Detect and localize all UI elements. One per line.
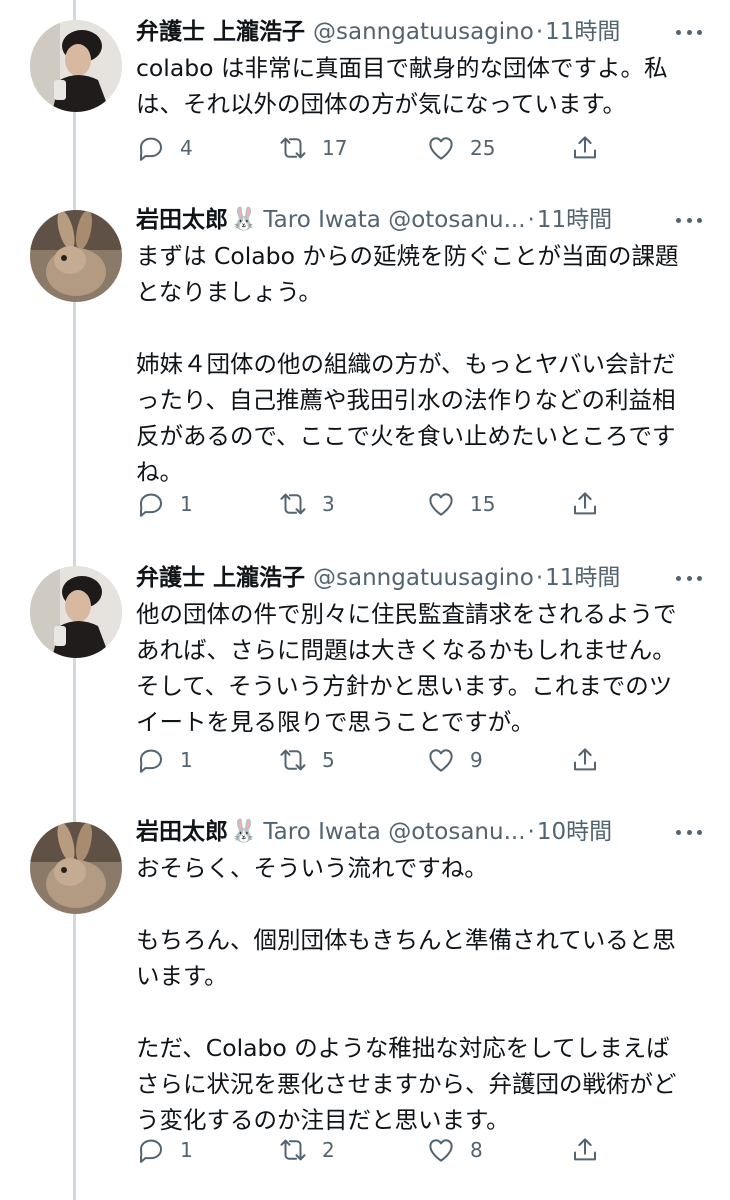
- retweet-count: 5: [322, 748, 335, 772]
- timestamp[interactable]: 11時間: [545, 12, 620, 52]
- tweet-header: 岩田太郎 🐰 Taro Iwata @otosanu... · 11時間: [136, 200, 612, 240]
- separator-dot: ·: [535, 19, 544, 45]
- share-button[interactable]: [570, 128, 600, 168]
- like-count: 25: [470, 136, 496, 160]
- share-button[interactable]: [570, 740, 600, 780]
- tweet-header: 弁護士 上瀧浩子 @sanngatuusagino · 11時間: [136, 12, 620, 52]
- like-count: 15: [470, 492, 496, 516]
- reply-icon: [140, 493, 162, 517]
- like-count: 8: [470, 1138, 483, 1162]
- tweet-text: colabo は非常に真面目で献身的な団体ですよ。私 は、それ以外の団体の方が気…: [136, 54, 668, 118]
- avatar[interactable]: [30, 566, 122, 658]
- retweet-button[interactable]: 5: [278, 740, 335, 780]
- reply-icon: [140, 1139, 162, 1163]
- tweet-text: まずは Colabo からの延焼を防ぐことが当面の課題 となりましょう。 姉妹４…: [136, 242, 679, 486]
- share-icon: [574, 492, 596, 515]
- reply-count: 1: [180, 492, 193, 516]
- more-icon[interactable]: [676, 16, 702, 48]
- rabbit-photo-icon: [30, 822, 122, 914]
- retweet-count: 2: [322, 1138, 335, 1162]
- rabbit-emoji-icon: 🐰: [230, 819, 258, 844]
- separator-dot: ·: [527, 819, 535, 845]
- tweet-text: おそらく、そういう流れですね。 もちろん、個別団体もきちんと準備されていると思 …: [136, 854, 677, 1134]
- reply-button[interactable]: 1: [136, 484, 193, 524]
- more-icon[interactable]: [676, 562, 702, 594]
- retweet-button[interactable]: 17: [278, 128, 347, 168]
- retweet-icon: [280, 749, 306, 771]
- retweet-count: 3: [322, 492, 335, 516]
- more-icon[interactable]: [676, 204, 702, 236]
- tweet-header: 弁護士 上瀧浩子 @sanngatuusagino · 11時間: [136, 558, 620, 598]
- tweet-actions: 1 2 8: [136, 1130, 616, 1170]
- display-name[interactable]: 岩田太郎: [136, 812, 228, 852]
- timestamp[interactable]: 11時間: [537, 200, 612, 240]
- like-count: 9: [470, 748, 483, 772]
- reply-count: 1: [180, 748, 193, 772]
- display-name[interactable]: 岩田太郎: [136, 200, 228, 240]
- tweet-header: 岩田太郎 🐰 Taro Iwata @otosanu... · 10時間: [136, 812, 612, 852]
- retweet-icon: [280, 137, 306, 159]
- rabbit-emoji-icon: 🐰: [230, 207, 258, 232]
- like-icon: [429, 137, 453, 160]
- avatar[interactable]: [30, 822, 122, 914]
- display-name[interactable]: 弁護士 上瀧浩子: [136, 12, 305, 52]
- share-icon: [574, 1138, 596, 1161]
- reply-count: 4: [180, 136, 193, 160]
- reply-icon: [140, 749, 162, 773]
- timestamp[interactable]: 11時間: [545, 558, 620, 598]
- tweet-actions: 1 5 9: [136, 740, 616, 780]
- retweet-button[interactable]: 2: [278, 1130, 335, 1170]
- separator-dot: ·: [527, 207, 535, 233]
- user-handle[interactable]: Taro Iwata @otosanu...: [263, 200, 525, 240]
- separator-dot: ·: [535, 565, 544, 591]
- avatar[interactable]: [30, 210, 122, 302]
- avatar[interactable]: [30, 20, 122, 112]
- share-button[interactable]: [570, 484, 600, 524]
- retweet-count: 17: [322, 136, 348, 160]
- user-handle[interactable]: Taro Iwata @otosanu...: [263, 812, 525, 852]
- more-icon[interactable]: [676, 816, 702, 848]
- reply-icon: [140, 137, 162, 161]
- like-button[interactable]: 8: [426, 1130, 483, 1170]
- reply-button[interactable]: 1: [136, 740, 193, 780]
- retweet-button[interactable]: 3: [278, 484, 335, 524]
- like-icon: [429, 1139, 453, 1162]
- woman-photo-icon: [30, 566, 122, 658]
- timestamp[interactable]: 10時間: [537, 812, 612, 852]
- reply-count: 1: [180, 1138, 193, 1162]
- share-icon: [574, 136, 596, 159]
- tweet-actions: 1 3 15: [136, 484, 616, 524]
- reply-button[interactable]: 1: [136, 1130, 193, 1170]
- reply-button[interactable]: 4: [136, 128, 193, 168]
- like-button[interactable]: 15: [426, 484, 495, 524]
- rabbit-photo-icon: [30, 210, 122, 302]
- user-handle[interactable]: @sanngatuusagino: [313, 12, 534, 52]
- share-icon: [574, 748, 596, 771]
- user-handle[interactable]: @sanngatuusagino: [313, 558, 534, 598]
- share-button[interactable]: [570, 1130, 600, 1170]
- display-name[interactable]: 弁護士 上瀧浩子: [136, 558, 305, 598]
- like-button[interactable]: 25: [426, 128, 495, 168]
- like-icon: [429, 749, 453, 772]
- tweet-text: 他の団体の件で別々に住民監査請求をされるようで あれば、さらに問題は大きくなるか…: [136, 600, 677, 736]
- retweet-icon: [280, 1139, 306, 1161]
- like-icon: [429, 493, 453, 516]
- like-button[interactable]: 9: [426, 740, 483, 780]
- retweet-icon: [280, 493, 306, 515]
- tweet-actions: 4 17 25: [136, 128, 616, 168]
- woman-photo-icon: [30, 20, 122, 112]
